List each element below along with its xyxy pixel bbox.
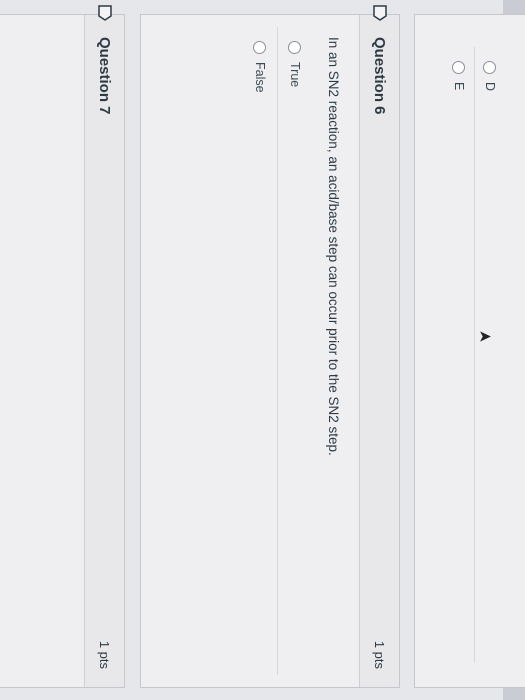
- question-points: 1 pts: [372, 640, 387, 669]
- previous-question-card: D E: [414, 14, 525, 688]
- question-7-card: Question 7 1 pts: [0, 5, 125, 688]
- option-label: E: [452, 82, 466, 91]
- option-label: True: [288, 62, 302, 88]
- bookmark-flag-icon[interactable]: [98, 5, 112, 21]
- question-prompt: In an SN2 reaction, an acid/base step ca…: [326, 37, 341, 456]
- question-header: Question 7 1 pts: [84, 15, 124, 687]
- option-d[interactable]: D: [474, 47, 505, 663]
- question-points: 1 pts: [97, 640, 112, 669]
- radio-icon[interactable]: [253, 41, 267, 54]
- mouse-cursor-icon: ➤: [478, 328, 492, 346]
- option-label: D: [483, 82, 497, 92]
- rotated-viewport: D E Question 6 1 pts In an SN2 reaction,…: [0, 0, 525, 700]
- option-e[interactable]: E: [444, 47, 474, 663]
- radio-icon[interactable]: [483, 61, 497, 74]
- option-true[interactable]: True: [277, 27, 312, 675]
- bookmark-flag-icon[interactable]: [373, 5, 387, 21]
- question-title: Question 6: [371, 37, 388, 115]
- previous-options: D E: [444, 35, 505, 675]
- question-title: Question 7: [96, 37, 113, 115]
- option-false[interactable]: False: [243, 27, 277, 675]
- question-6-card: Question 6 1 pts In an SN2 reaction, an …: [140, 5, 400, 688]
- radio-icon[interactable]: [288, 41, 302, 54]
- radio-icon[interactable]: [452, 61, 466, 74]
- question-header: Question 6 1 pts: [359, 15, 399, 687]
- answer-options: True False: [243, 15, 318, 687]
- option-label: False: [253, 62, 267, 93]
